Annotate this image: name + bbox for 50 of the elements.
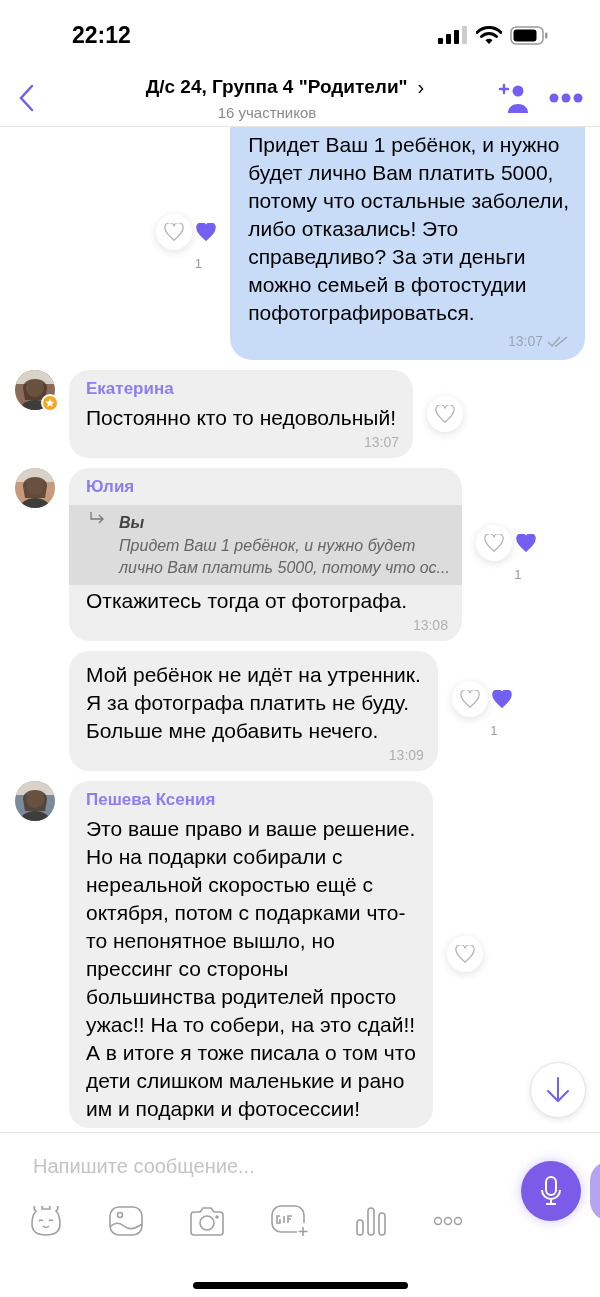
reaction-count: 1 [490, 722, 498, 741]
heart-icon [483, 533, 504, 552]
arrow-down-icon [546, 1076, 570, 1104]
message-text: Постоянно кто то недовольный! [85, 404, 397, 431]
microphone-icon [540, 1175, 562, 1207]
participants-count: 16 участников [217, 102, 317, 123]
reply-arrow-icon [89, 511, 105, 525]
sender-name: Екатерина [85, 378, 175, 400]
heart-icon [196, 222, 217, 241]
message-time: 13:07 [507, 332, 543, 351]
message-time: 13:08 [412, 616, 448, 635]
gif-icon[interactable] [271, 1205, 309, 1237]
like-button[interactable] [426, 395, 463, 432]
message-input[interactable]: Напишите сообщение... [33, 1151, 490, 1181]
sticker-icon[interactable] [30, 1206, 62, 1236]
reply-quote[interactable]: Вы Придет Ваш 1 ребёнок, и нужно будет лично Вам платить 5000, потому что ос... [69, 505, 462, 585]
heart-icon [491, 690, 512, 709]
status-time: 22:12 [72, 20, 131, 50]
like-button[interactable] [446, 936, 483, 973]
more-options-icon[interactable] [433, 1216, 463, 1226]
like-button[interactable] [475, 524, 512, 561]
chevron-icon: › [417, 71, 425, 102]
scroll-down-button[interactable] [530, 1062, 586, 1118]
microphone-button[interactable] [521, 1161, 581, 1221]
reaction-count: 1 [194, 254, 202, 273]
message-time: 13:09 [388, 746, 424, 765]
sender-name: Пешева Ксения [85, 789, 217, 811]
wifi-icon [476, 25, 502, 45]
poll-icon[interactable] [356, 1206, 386, 1236]
sender-name: Юлия [85, 475, 136, 498]
image-icon[interactable] [109, 1206, 143, 1236]
heart-icon [434, 404, 455, 423]
heart-icon [459, 690, 480, 709]
reply-author: Вы [119, 513, 146, 533]
battery-icon [510, 25, 548, 45]
message-text: Откажитесь тогда от фотографа. [85, 588, 408, 614]
chat-title[interactable]: Д/с 24, Группа 4 "Родители" [145, 72, 408, 101]
like-button[interactable] [156, 213, 193, 250]
reaction-count: 1 [514, 565, 522, 584]
message-text: Придет Ваш 1 ребёнок, и нужно будет лично Вам платить 5000, потому что остальные заболели, либо отказались! Это справедливо? За эти деньги можно семьей в фотостудии пофотографироваться. [248, 132, 569, 326]
like-button[interactable] [451, 681, 488, 718]
heart-icon [515, 533, 536, 552]
message-text: Мой ребёнок не идёт на утренник. Я за фотографа платить не буду. Больше мне добавить нечего. [85, 662, 422, 744]
message-text: Это ваше право и ваше решение. Но на подарки собирали с нереальной скоростью ещё с октября, потом с подарками что- то непонятное вышло, но прессинг со стороны большинства родителей просто ужас!! На то собери, на это сдай!! А в итоге я тоже писала о том что дети слишком маленькие и рано им и подарки и фотосессии! [85, 815, 417, 1122]
camera-icon[interactable] [190, 1206, 224, 1236]
heart-icon [454, 945, 475, 964]
signal-icon [438, 26, 468, 44]
message-time: 13:07 [363, 432, 399, 452]
heart-icon [164, 222, 185, 241]
reply-text: Придет Ваш 1 ребёнок, и нужно будет лично Вам платить 5000, потому что ос... [119, 536, 450, 578]
